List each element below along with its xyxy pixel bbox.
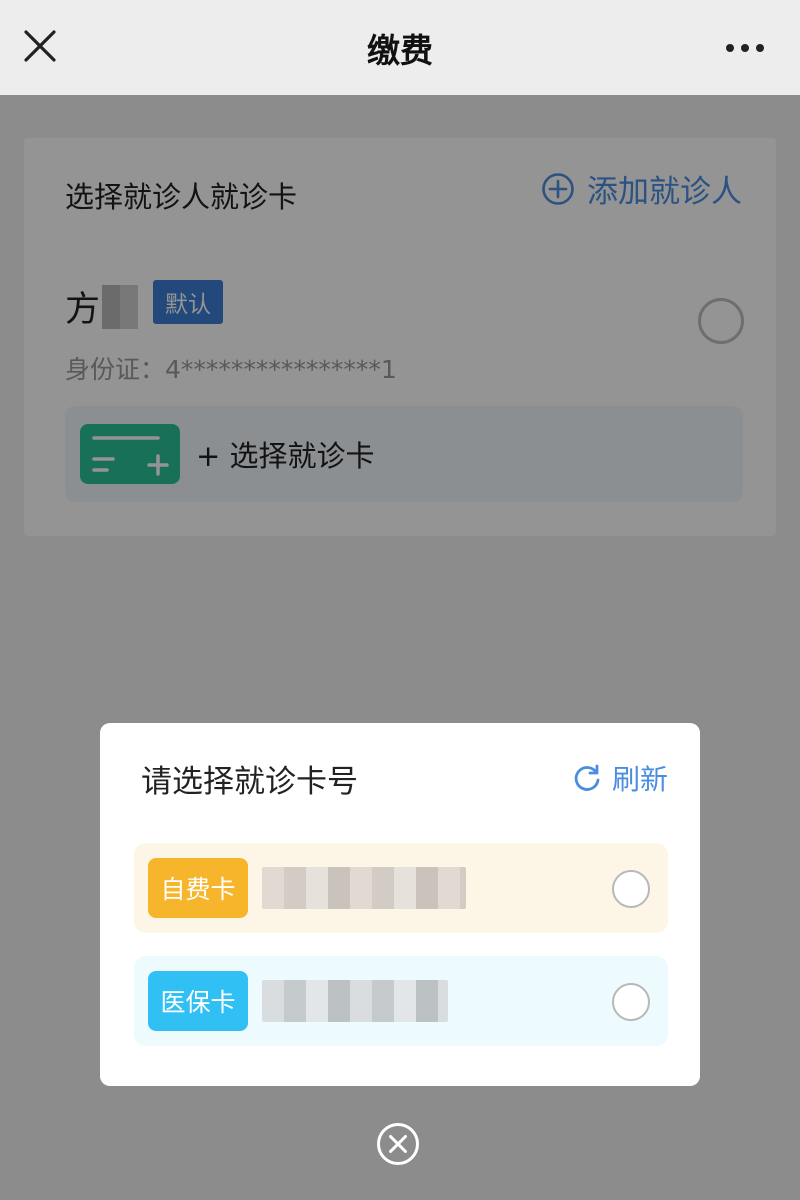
close-circle-icon[interactable] bbox=[376, 1122, 420, 1166]
modal-title: 请选择就诊卡号 bbox=[141, 764, 358, 800]
card-select-modal: 请选择就诊卡号 刷新 自费卡 医保卡 bbox=[100, 723, 700, 1086]
refresh-label: 刷新 bbox=[611, 763, 668, 796]
card-radio[interactable] bbox=[612, 870, 650, 908]
close-icon[interactable] bbox=[22, 28, 58, 64]
refresh-button[interactable]: 刷新 bbox=[572, 758, 668, 798]
self-pay-badge: 自费卡 bbox=[148, 858, 248, 918]
card-radio[interactable] bbox=[612, 983, 650, 1021]
insurance-badge: 医保卡 bbox=[148, 971, 248, 1031]
card-number-redaction bbox=[262, 980, 448, 1022]
nav-bar: 缴费 bbox=[0, 0, 800, 95]
card-option-self-pay[interactable]: 自费卡 bbox=[134, 843, 668, 933]
refresh-icon bbox=[574, 764, 600, 791]
more-icon[interactable] bbox=[726, 44, 764, 52]
page-title: 缴费 bbox=[367, 30, 433, 70]
card-option-insurance[interactable]: 医保卡 bbox=[134, 956, 668, 1046]
card-number-redaction bbox=[262, 867, 466, 909]
